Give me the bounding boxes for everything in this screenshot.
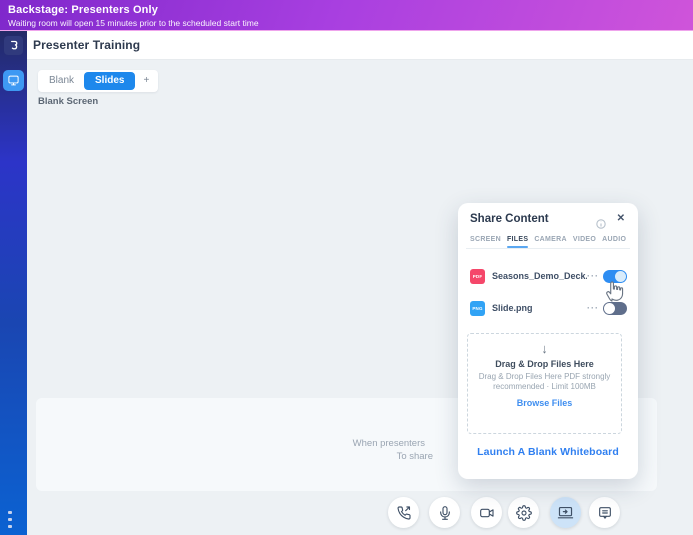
sidebar: [0, 31, 27, 535]
kebab-dot: [8, 518, 12, 522]
page-header: Presenter Training: [27, 31, 693, 60]
call-button[interactable]: [388, 497, 419, 528]
tab-files[interactable]: FILES: [507, 236, 528, 243]
close-icon[interactable]: ✕: [617, 213, 625, 224]
screen-share-button[interactable]: [550, 497, 581, 528]
tab-screen[interactable]: SCREEN: [470, 236, 501, 243]
tab-blank[interactable]: Blank: [40, 70, 83, 92]
tab-slides[interactable]: Slides: [84, 72, 135, 90]
camera-button[interactable]: [471, 497, 502, 528]
dropzone-subtitle-line1: Drag & Drop Files Here PDF strongly: [479, 372, 611, 381]
file-name: Slide.png: [492, 303, 533, 313]
tab-camera[interactable]: CAMERA: [534, 236, 567, 243]
page-title: Presenter Training: [33, 38, 140, 52]
file-options-icon[interactable]: ···: [587, 305, 599, 311]
banner-title: Backstage: Presenters Only: [8, 4, 693, 16]
monitor-icon: [7, 74, 20, 87]
app-window: Backstage: Presenters Only Waiting room …: [0, 0, 693, 535]
browse-files-link[interactable]: Browse Files: [468, 398, 621, 408]
camera-icon: [479, 505, 495, 521]
screen-share-icon: [557, 504, 574, 521]
sidebar-menu-button[interactable]: [8, 511, 12, 529]
kebab-dot: [8, 525, 12, 529]
blank-screen-label: Blank Screen: [38, 96, 98, 107]
stage-hint-line2: To share: [397, 451, 433, 462]
logo-b-icon: [7, 39, 20, 52]
tab-divider: [466, 248, 630, 249]
png-file-icon: PNG: [470, 301, 485, 316]
cursor-hand-icon: [603, 277, 628, 309]
notes-chat-icon: [597, 505, 613, 521]
microphone-icon: [437, 505, 453, 521]
modal-title: Share Content: [470, 213, 549, 225]
info-circle-icon: [596, 219, 606, 229]
stage-hint-line1: When presenters: [353, 438, 425, 449]
pdf-file-icon: PDF: [470, 269, 485, 284]
kebab-dot: [8, 511, 12, 515]
file-options-icon[interactable]: ···: [587, 273, 599, 279]
tab-audio[interactable]: AUDIO: [602, 236, 626, 243]
brandlive-logo: [4, 36, 23, 55]
add-scene-tab-button[interactable]: +: [136, 70, 156, 92]
info-icon[interactable]: [596, 216, 606, 226]
tab-video[interactable]: VIDEO: [573, 236, 596, 243]
dropzone-title: Drag & Drop Files Here: [468, 359, 621, 369]
backstage-banner: Backstage: Presenters Only Waiting room …: [0, 0, 693, 31]
arrow-down-icon: ↓: [468, 342, 621, 355]
launch-whiteboard-link[interactable]: Launch A Blank Whiteboard: [458, 446, 638, 458]
share-content-modal: Share Content ✕ SCREEN FILES CAMERA VIDE…: [458, 203, 638, 479]
scene-tab-group: Blank Slides +: [38, 70, 158, 92]
file-dropzone[interactable]: ↓ Drag & Drop Files Here Drag & Drop Fil…: [467, 333, 622, 434]
phone-call-icon: [396, 505, 412, 521]
dropzone-subtitle-line2: recommended · Limit 100MB: [493, 382, 596, 391]
file-name: Seasons_Demo_Deck...: [492, 271, 587, 281]
sidebar-item-stage[interactable]: [3, 70, 24, 91]
dropzone-subtitle: Drag & Drop Files Here PDF strongly reco…: [468, 372, 621, 393]
banner-subtitle: Waiting room will open 15 minutes prior …: [8, 18, 693, 28]
settings-gear-icon: [516, 505, 532, 521]
settings-button[interactable]: [508, 497, 539, 528]
microphone-button[interactable]: [429, 497, 460, 528]
notes-button[interactable]: [589, 497, 620, 528]
share-tab-bar: SCREEN FILES CAMERA VIDEO AUDIO: [470, 236, 626, 243]
